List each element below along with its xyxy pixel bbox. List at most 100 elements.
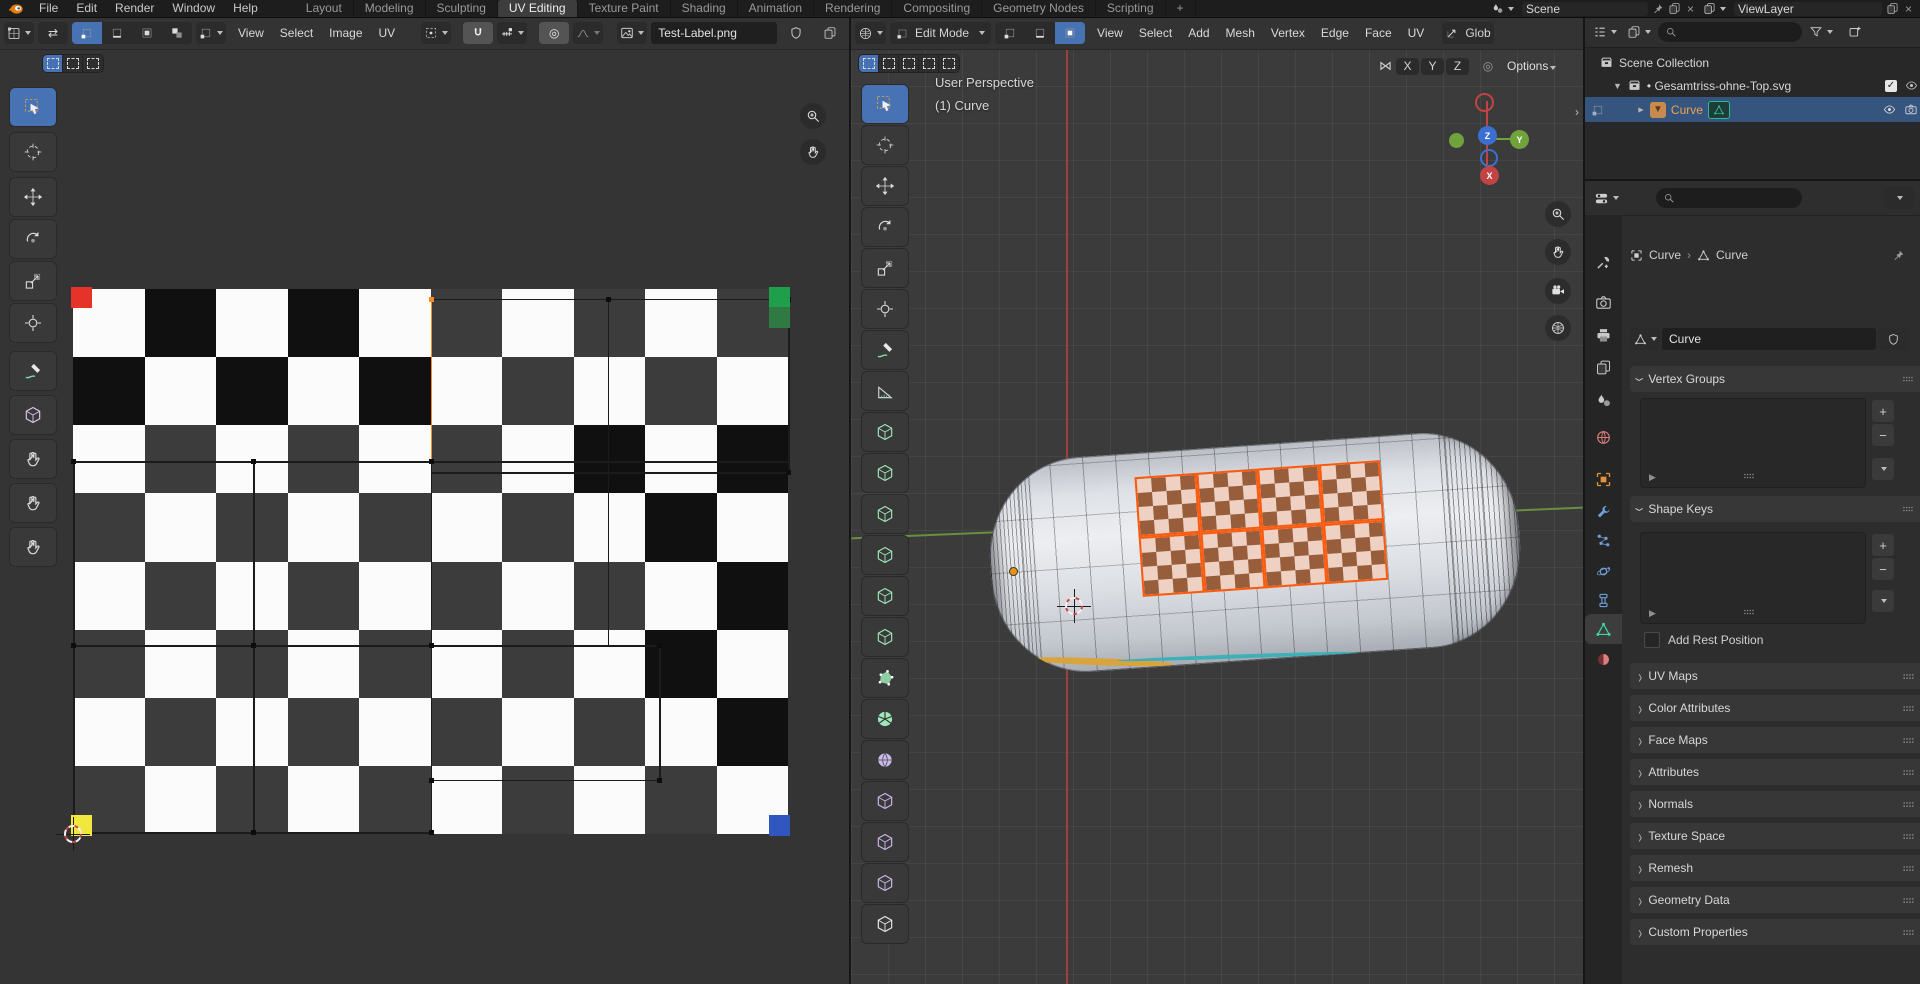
scene-name-field[interactable]: Scene xyxy=(1522,2,1648,16)
gizmo-negx[interactable] xyxy=(1475,93,1494,112)
uv-vertex[interactable] xyxy=(429,643,434,648)
panel-grip-icon[interactable] xyxy=(1901,829,1916,844)
uv-move-tool[interactable] xyxy=(10,178,56,216)
properties-tab-particles[interactable] xyxy=(1585,525,1622,555)
uv-vertex[interactable] xyxy=(606,297,611,302)
outliner-row-scene-collection[interactable]: Scene Collection xyxy=(1585,51,1920,74)
expand-triangle-icon[interactable]: ▼ xyxy=(1635,105,1645,114)
cursor-3d[interactable] xyxy=(1061,593,1087,619)
editor-divider[interactable] xyxy=(1583,17,1585,984)
uv-sticky-selection-dropdown[interactable] xyxy=(196,22,226,44)
face-mode-button[interactable] xyxy=(1055,22,1085,44)
panel-grip-icon[interactable] xyxy=(1901,765,1916,780)
workspace-tab-uv-editing[interactable]: UV Editing xyxy=(498,0,578,17)
uv-proportional-edit-toggle[interactable]: ◎ xyxy=(539,22,569,44)
panel-geometry-data[interactable]: ›Geometry Data xyxy=(1630,887,1920,913)
viewport-move-tool[interactable] xyxy=(862,167,908,205)
vgroup-specials-button[interactable] xyxy=(1872,458,1894,480)
vertex-groups-list[interactable]: ▶ xyxy=(1640,398,1866,488)
outliner-filter-button[interactable] xyxy=(1806,21,1836,43)
viewport-menu-vertex[interactable]: Vertex xyxy=(1263,22,1313,44)
curve-data-name-field[interactable]: Curve xyxy=(1662,328,1876,350)
properties-tab-view-layer[interactable] xyxy=(1585,352,1622,382)
uv-vertex[interactable] xyxy=(657,778,662,783)
shapekey-specials-button[interactable] xyxy=(1872,590,1894,612)
properties-tab-output[interactable] xyxy=(1585,320,1622,350)
viewport-menu-uv[interactable]: UV xyxy=(1400,22,1433,44)
add-rest-position-checkbox[interactable] xyxy=(1644,632,1660,648)
shapekey-add-button[interactable]: + xyxy=(1872,534,1894,556)
panel-custom-properties[interactable]: ›Custom Properties xyxy=(1630,919,1920,945)
panel-grip-icon[interactable] xyxy=(1901,701,1916,716)
viewport-select-box-tool[interactable] xyxy=(862,85,908,123)
viewport-select-mode-pill-2[interactable] xyxy=(899,55,919,72)
viewport-pan-hand-icon[interactable] xyxy=(1545,239,1571,265)
properties-tab-render[interactable] xyxy=(1585,287,1622,317)
viewport-poly-build-tool[interactable] xyxy=(862,659,908,697)
panel-grip-icon[interactable] xyxy=(1901,733,1916,748)
outliner-row-svg-collection[interactable]: ▼ • Gesamtriss-ohne-Top.svg ✓ xyxy=(1585,74,1920,97)
viewport-zoom-icon[interactable] xyxy=(1545,201,1571,227)
uv-image-unlink-button[interactable] xyxy=(815,22,845,44)
gizmo-x[interactable]: X xyxy=(1480,166,1499,185)
add-workspace-button[interactable]: + xyxy=(1166,0,1196,17)
panel-face-maps[interactable]: ›Face Maps xyxy=(1630,727,1920,753)
panel-texture-space[interactable]: ›Texture Space xyxy=(1630,823,1920,849)
viewport-menu-face[interactable]: Face xyxy=(1357,22,1400,44)
viewport-select-mode-pill-1[interactable] xyxy=(879,55,899,72)
gizmo-z[interactable]: Z xyxy=(1478,126,1497,145)
viewport-knife-tool[interactable] xyxy=(862,618,908,656)
viewport-bevel-tool[interactable] xyxy=(862,536,908,574)
viewlayer-name-field[interactable]: ViewLayer xyxy=(1734,2,1882,16)
camera-icon[interactable] xyxy=(1904,103,1918,116)
viewport-menu-view[interactable]: View xyxy=(1089,22,1131,44)
viewlayer-browse-button[interactable] xyxy=(1700,0,1730,20)
uv-scale-tool[interactable] xyxy=(10,262,56,300)
options-dropdown[interactable]: Options xyxy=(1507,59,1556,73)
uv-pinch-tool[interactable] xyxy=(10,528,56,566)
mesh-symmetry-icon[interactable]: ⋈ xyxy=(1379,58,1392,74)
uv-image-fake-user-button[interactable] xyxy=(781,22,811,44)
viewport-shrink-fatten-tool[interactable] xyxy=(862,823,908,861)
uv-zoom-icon[interactable] xyxy=(800,103,826,129)
uv-relax-tool[interactable] xyxy=(10,484,56,522)
selected-face-cell[interactable] xyxy=(1200,528,1266,592)
uv-editor-type-button[interactable] xyxy=(4,22,34,44)
panel-grip-icon[interactable] xyxy=(1901,797,1916,812)
viewport-menu-edge[interactable]: Edge xyxy=(1313,22,1357,44)
vertex-mode-button[interactable] xyxy=(995,22,1025,44)
viewport-select-mode-pill-0[interactable] xyxy=(859,55,879,72)
panel-shape-keys[interactable]: › Shape Keys xyxy=(1630,496,1920,522)
uv-edge[interactable] xyxy=(73,645,659,647)
properties-tab-object[interactable] xyxy=(1585,464,1622,494)
eye-icon[interactable] xyxy=(1904,79,1919,92)
uv-canvas[interactable] xyxy=(0,49,849,984)
uv-snap-settings-dropdown[interactable] xyxy=(497,22,527,44)
viewport-proportional-icon[interactable]: ◎ xyxy=(1473,55,1503,77)
viewport-smooth-tool[interactable] xyxy=(862,741,908,779)
uv-menu-view[interactable]: View xyxy=(230,22,272,44)
selected-face-cell[interactable] xyxy=(1261,524,1327,588)
panel-remesh[interactable]: ›Remesh xyxy=(1630,855,1920,881)
panel-uv-maps[interactable]: ›UV Maps xyxy=(1630,663,1920,689)
viewport-select-mode-pill-4[interactable] xyxy=(939,55,959,72)
mirror-y-toggle[interactable]: Y xyxy=(1421,58,1444,75)
workspace-tab-sculpting[interactable]: Sculpting xyxy=(426,0,498,17)
viewport-edge-slide-tool[interactable] xyxy=(862,782,908,820)
uv-select-mode-pill-2[interactable] xyxy=(83,55,103,72)
viewport-add-cube-tool[interactable] xyxy=(862,413,908,451)
viewport-menu-select[interactable]: Select xyxy=(1131,22,1180,44)
workspace-tab-compositing[interactable]: Compositing xyxy=(892,0,982,17)
can-object[interactable] xyxy=(983,427,1527,678)
uv-vertex[interactable] xyxy=(251,643,256,648)
selected-face-cell[interactable] xyxy=(1196,469,1262,533)
viewport-annotate-tool[interactable] xyxy=(862,331,908,369)
uv-vertex-selected[interactable] xyxy=(429,297,434,302)
selected-faces[interactable] xyxy=(1134,460,1388,597)
uv-edge[interactable] xyxy=(431,780,660,782)
uv-grab-tool[interactable] xyxy=(10,440,56,478)
shapekey-remove-button[interactable]: − xyxy=(1872,558,1894,580)
editor-divider[interactable] xyxy=(1585,179,1920,181)
panel-normals[interactable]: ›Normals xyxy=(1630,791,1920,817)
uv-menu-image[interactable]: Image xyxy=(321,22,370,44)
